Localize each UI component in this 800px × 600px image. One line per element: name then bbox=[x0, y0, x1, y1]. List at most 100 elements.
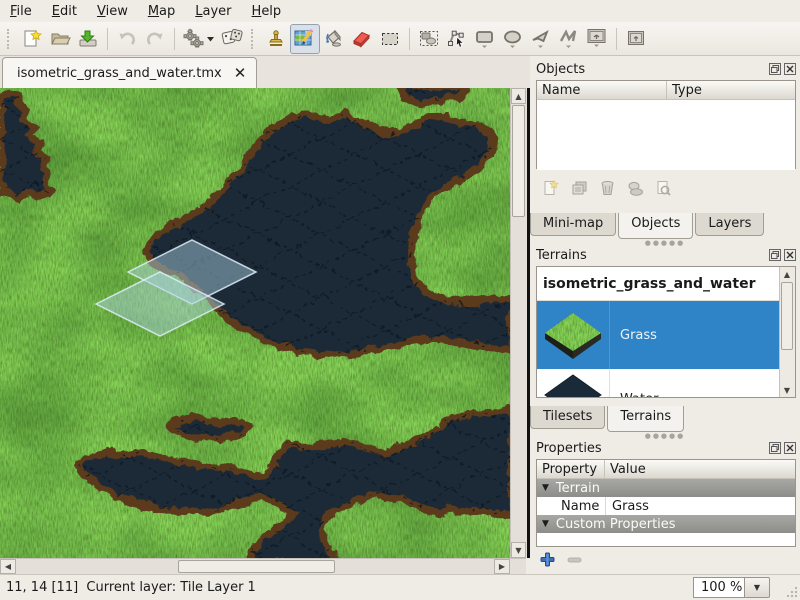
tab-tilesets[interactable]: Tilesets bbox=[530, 406, 605, 429]
horizontal-scrollbar[interactable]: ◀ ▶ bbox=[0, 558, 526, 575]
scroll-down-arrow[interactable]: ▼ bbox=[511, 542, 526, 558]
objects-column-type[interactable]: Type bbox=[667, 81, 795, 99]
float-panel-icon[interactable] bbox=[769, 442, 781, 454]
collapse-triangle-icon[interactable]: ▼ bbox=[542, 483, 549, 493]
select-objects-button[interactable] bbox=[415, 25, 443, 53]
insert-rectangle-button[interactable] bbox=[471, 25, 499, 53]
insert-tile-button[interactable] bbox=[583, 25, 611, 53]
insert-ellipse-button[interactable] bbox=[499, 25, 527, 53]
terrains-scrollbar[interactable]: ▲ ▼ bbox=[779, 267, 795, 397]
properties-column-property[interactable]: Property bbox=[537, 460, 605, 478]
collapse-triangle-icon[interactable]: ▼ bbox=[542, 519, 549, 529]
toolbar-separator bbox=[107, 28, 108, 50]
document-tab[interactable]: isometric_grass_and_water.tmx ✕ bbox=[2, 57, 257, 89]
float-panel-icon[interactable] bbox=[769, 249, 781, 261]
menu-file[interactable]: File bbox=[10, 4, 32, 19]
tab-mini-map[interactable]: Mini-map bbox=[530, 213, 616, 236]
scroll-up-arrow[interactable]: ▲ bbox=[511, 88, 526, 104]
undo-button[interactable] bbox=[113, 25, 141, 53]
commands-button[interactable] bbox=[180, 25, 218, 53]
tiled-window: File Edit View Map Layer Help bbox=[0, 0, 800, 600]
terrains-panel-title: Terrains bbox=[536, 248, 587, 263]
close-panel-icon[interactable] bbox=[784, 442, 796, 454]
insert-polygon-button[interactable] bbox=[527, 25, 555, 53]
toolbar-drag-handle[interactable] bbox=[251, 29, 257, 49]
move-object-button[interactable] bbox=[624, 177, 646, 199]
object-properties-button[interactable] bbox=[652, 177, 674, 199]
document-tab-bar: isometric_grass_and_water.tmx ✕ bbox=[0, 56, 530, 89]
property-group-terrain[interactable]: ▼ Terrain bbox=[537, 479, 795, 497]
map-pane: isometric_grass_and_water.tmx ✕ bbox=[0, 56, 530, 574]
tab-close-icon[interactable]: ✕ bbox=[234, 66, 247, 81]
terrains-list: isometric_grass_and_water bbox=[536, 266, 796, 398]
scroll-up-arrow[interactable]: ▲ bbox=[780, 267, 794, 281]
terrain-brush-button[interactable] bbox=[290, 24, 320, 54]
close-panel-icon[interactable] bbox=[784, 249, 796, 261]
duplicate-object-button[interactable] bbox=[568, 177, 590, 199]
toolbar-drag-handle[interactable] bbox=[7, 29, 13, 49]
zoom-input[interactable]: 100 % bbox=[693, 577, 745, 598]
float-panel-icon[interactable] bbox=[769, 63, 781, 75]
tab-layers[interactable]: Layers bbox=[695, 213, 764, 236]
menu-edit[interactable]: Edit bbox=[52, 4, 77, 19]
property-group-custom[interactable]: ▼ Custom Properties bbox=[537, 515, 795, 533]
grass-terrain-thumbnail bbox=[537, 301, 609, 369]
edit-polygons-button[interactable] bbox=[443, 25, 471, 53]
map-canvas[interactable] bbox=[0, 88, 510, 558]
eraser-button[interactable] bbox=[348, 25, 376, 53]
vertical-scrollbar[interactable]: ▲ ▼ bbox=[510, 88, 527, 558]
menu-view[interactable]: View bbox=[97, 4, 128, 19]
open-button[interactable] bbox=[46, 25, 74, 53]
redo-button[interactable] bbox=[141, 25, 169, 53]
vertical-scroll-thumb[interactable] bbox=[512, 105, 525, 217]
stamp-brush-button[interactable] bbox=[262, 25, 290, 53]
tab-terrains[interactable]: Terrains bbox=[607, 406, 684, 432]
add-object-button[interactable] bbox=[540, 177, 562, 199]
resize-grip[interactable] bbox=[786, 586, 798, 598]
scroll-right-arrow[interactable]: ▶ bbox=[494, 559, 510, 574]
scroll-left-arrow[interactable]: ◀ bbox=[0, 559, 16, 574]
insert-image-button[interactable] bbox=[622, 25, 650, 53]
rectangular-select-button[interactable] bbox=[376, 25, 404, 53]
insert-polyline-button[interactable] bbox=[555, 25, 583, 53]
objects-panel-title: Objects bbox=[536, 62, 585, 77]
properties-column-value[interactable]: Value bbox=[605, 460, 795, 478]
property-group-label: Terrain bbox=[556, 481, 600, 496]
tab-objects[interactable]: Objects bbox=[618, 213, 693, 239]
zoom-combo[interactable]: 100 % ▼ bbox=[693, 577, 770, 598]
properties-panel-title: Properties bbox=[536, 441, 602, 456]
add-property-button[interactable] bbox=[540, 552, 555, 567]
properties-toolbar bbox=[530, 547, 800, 567]
open-folder-icon bbox=[49, 28, 71, 50]
property-value[interactable]: Grass bbox=[605, 497, 795, 515]
horizontal-scroll-thumb[interactable] bbox=[178, 560, 335, 573]
document-tab-label: isometric_grass_and_water.tmx bbox=[17, 66, 222, 81]
menu-help[interactable]: Help bbox=[252, 4, 282, 19]
scroll-down-arrow[interactable]: ▼ bbox=[780, 383, 794, 397]
close-panel-icon[interactable] bbox=[784, 63, 796, 75]
objects-list-empty[interactable] bbox=[537, 100, 795, 170]
terrain-label-grass: Grass bbox=[609, 301, 795, 369]
menu-map[interactable]: Map bbox=[148, 4, 175, 19]
properties-panel-title-bar: Properties bbox=[530, 439, 800, 457]
bucket-fill-button[interactable] bbox=[320, 25, 348, 53]
objects-column-name[interactable]: Name bbox=[537, 81, 667, 99]
dock-tab-bar-bottom: Tilesets Terrains bbox=[530, 406, 800, 433]
zoom-dropdown-button[interactable]: ▼ bbox=[745, 577, 770, 598]
property-row-name[interactable]: Name Grass bbox=[537, 497, 795, 515]
save-button[interactable] bbox=[74, 25, 102, 53]
trash-icon bbox=[598, 179, 616, 197]
terrain-item-water[interactable]: Water bbox=[537, 369, 795, 398]
remove-property-button[interactable] bbox=[567, 556, 582, 564]
terrain-item-grass[interactable]: Grass bbox=[537, 301, 795, 369]
terrains-scroll-thumb[interactable] bbox=[781, 282, 793, 350]
status-bar: 11, 14 [11] Current layer: Tile Layer 1 … bbox=[0, 574, 800, 600]
insert-rectangle-icon bbox=[473, 27, 497, 51]
eraser-icon bbox=[351, 28, 373, 50]
menu-layer[interactable]: Layer bbox=[195, 4, 231, 19]
water-terrain-thumbnail bbox=[537, 369, 609, 398]
remove-object-button[interactable] bbox=[596, 177, 618, 199]
random-mode-button[interactable] bbox=[218, 25, 246, 53]
new-button[interactable] bbox=[18, 25, 46, 53]
redo-icon bbox=[144, 28, 166, 50]
